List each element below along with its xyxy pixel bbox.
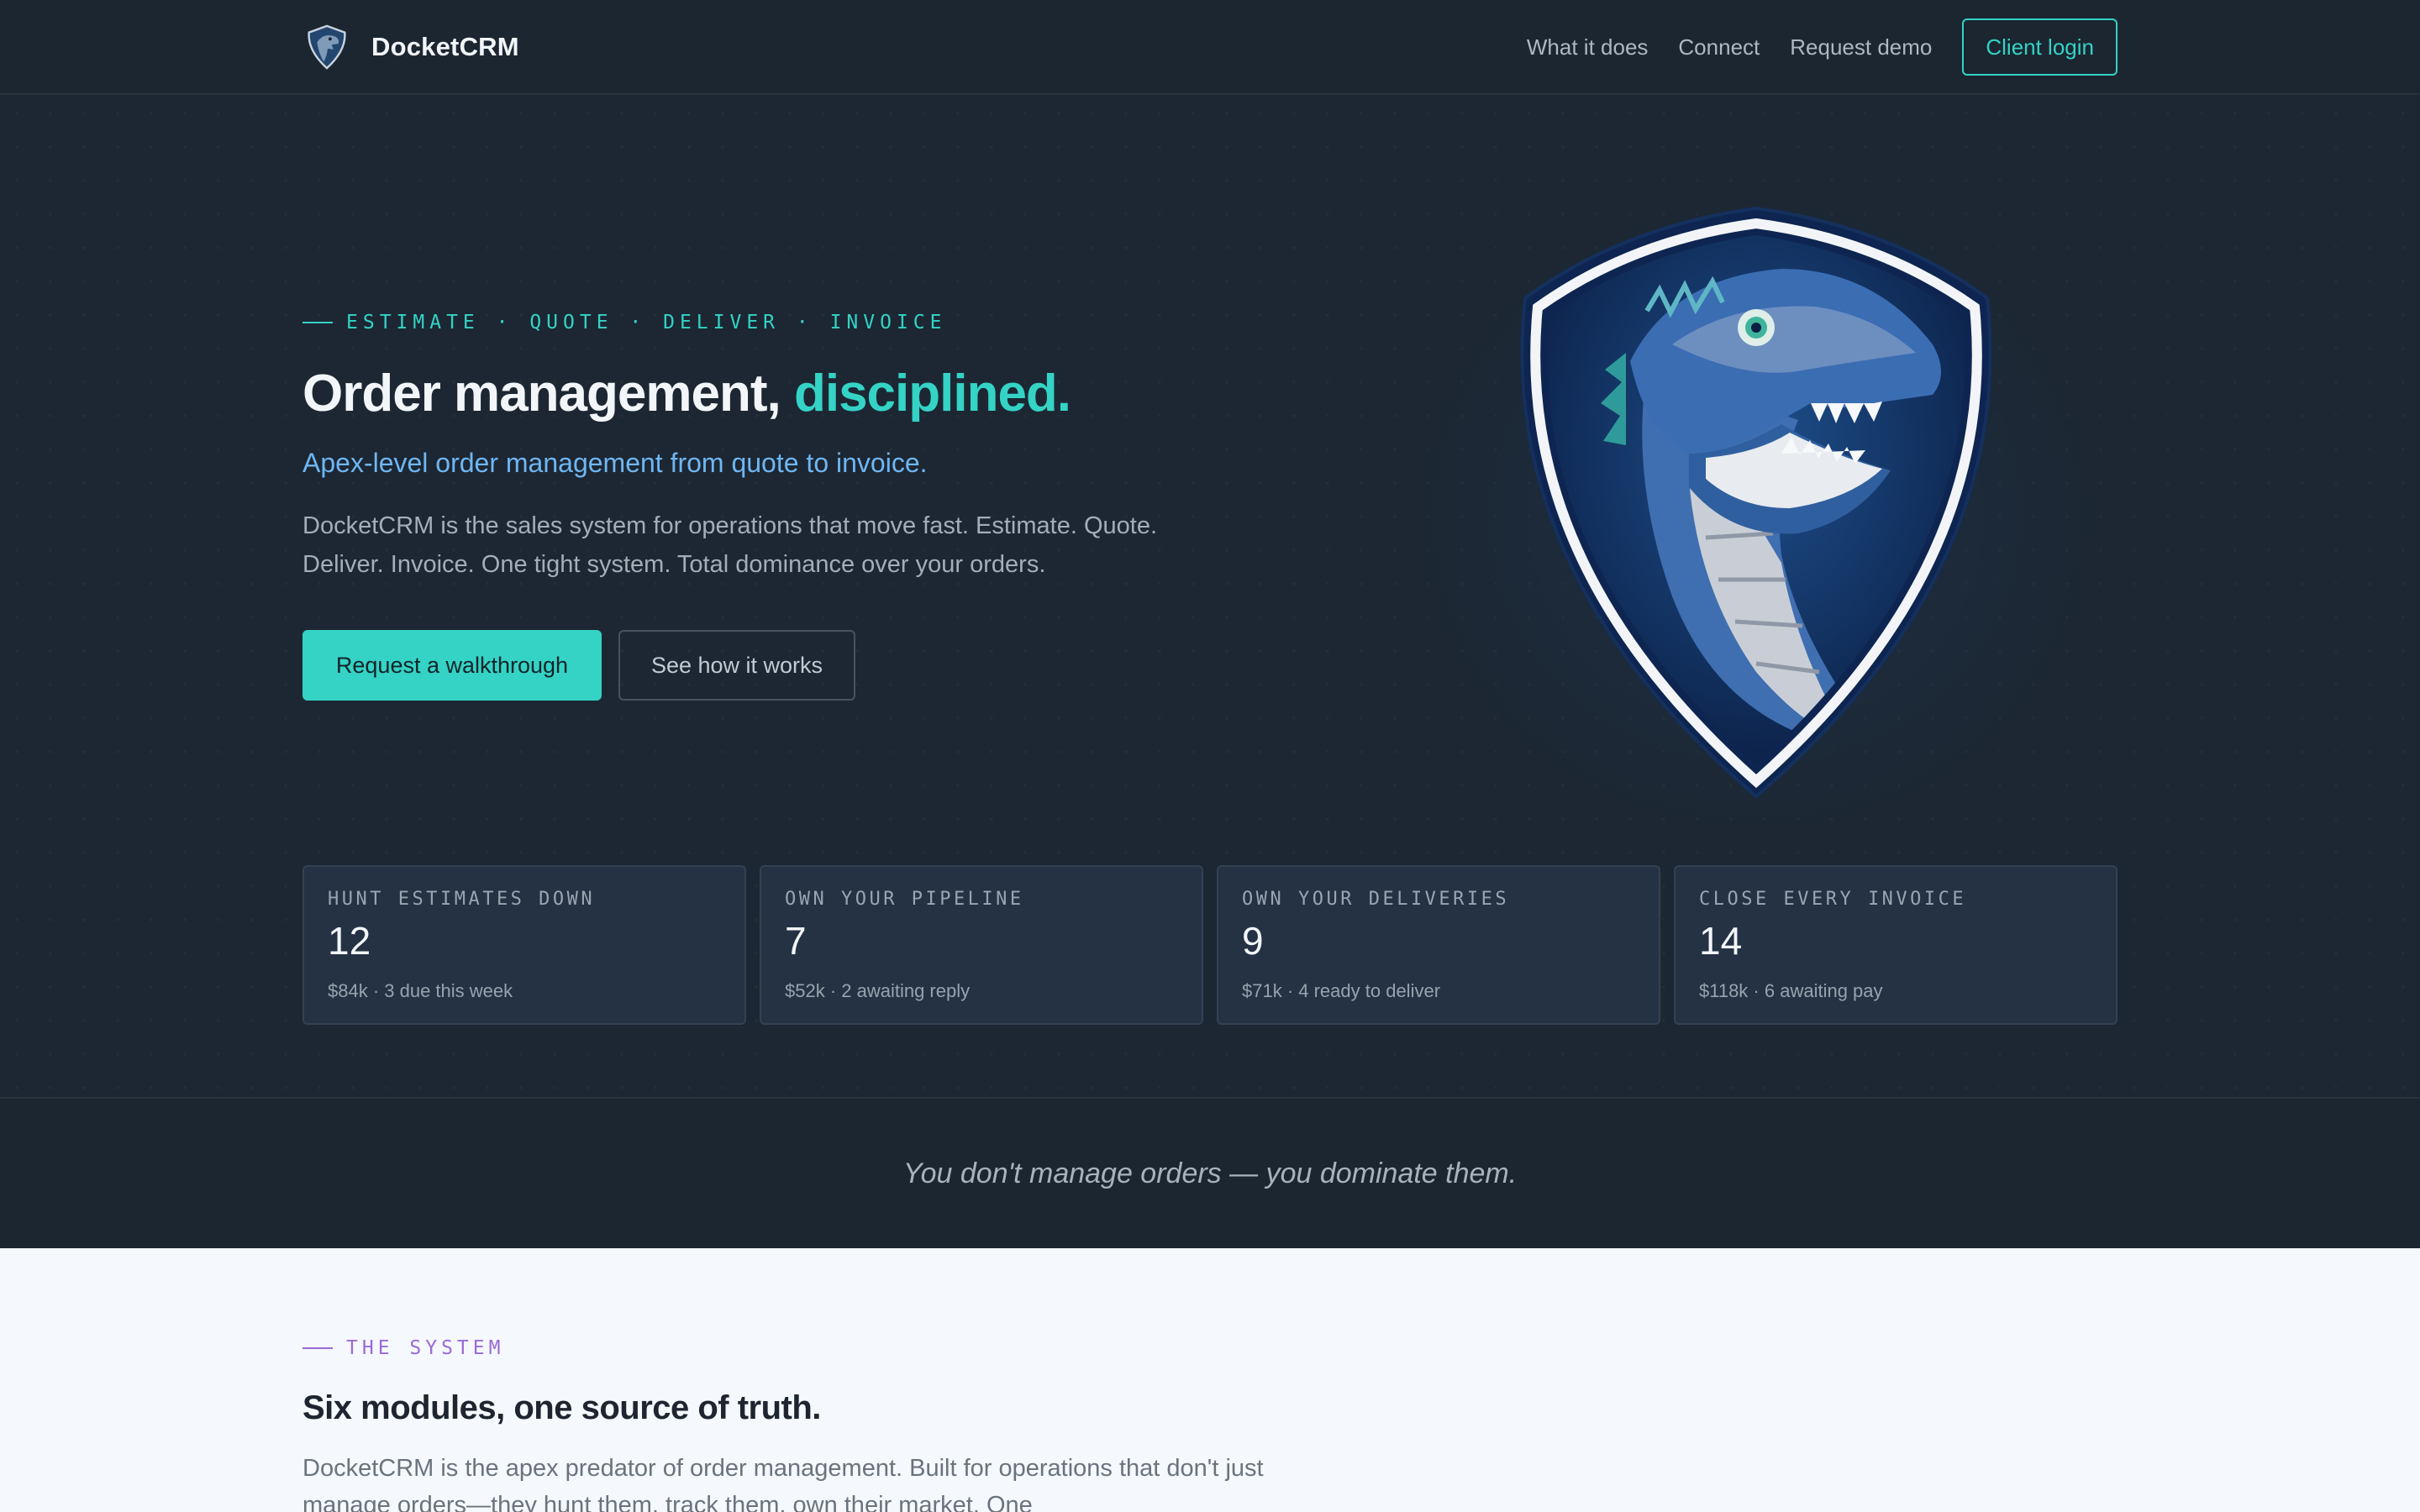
- hero-title-main: Order management,: [302, 365, 781, 423]
- hero-eyebrow-text: ESTIMATE · QUOTE · DELIVER · INVOICE: [346, 312, 947, 333]
- hero-section: ESTIMATE · QUOTE · DELIVER · INVOICE Ord…: [0, 97, 2420, 1096]
- stat-label: HUNT ESTIMATES DOWN: [328, 889, 596, 910]
- nav-links: What it does Connect Request demo Client…: [1527, 18, 2118, 76]
- stat-label: CLOSE EVERY INVOICE: [1699, 889, 1967, 910]
- nav-link-what-it-does[interactable]: What it does: [1527, 34, 1649, 60]
- dino-shield-mascot: [1520, 206, 1992, 799]
- stat-detail: $52k · 2 awaiting reply: [785, 980, 971, 1001]
- stat-card-invoices[interactable]: CLOSE EVERY INVOICE 14 $118k · 6 awaitin…: [1674, 865, 2118, 1025]
- hero-title: Order management, disciplined.: [302, 364, 1071, 423]
- top-nav: DocketCRM What it does Connect Request d…: [0, 0, 2420, 95]
- stat-value: 7: [785, 919, 807, 963]
- client-login-button[interactable]: Client login: [1962, 18, 2118, 76]
- stat-card-deliveries[interactable]: OWN YOUR DELIVERIES 9 $71k · 4 ready to …: [1217, 865, 1660, 1025]
- brand-name: DocketCRM: [371, 32, 519, 61]
- see-how-it-works-button[interactable]: See how it works: [618, 630, 855, 701]
- stat-label: OWN YOUR PIPELINE: [785, 889, 1024, 910]
- stat-value: 14: [1699, 919, 1743, 963]
- tagline-quote: You don't manage orders — you dominate t…: [902, 1157, 1518, 1189]
- stat-label: OWN YOUR DELIVERIES: [1242, 889, 1510, 910]
- stats-row: HUNT ESTIMATES DOWN 12 $84k · 3 due this…: [302, 865, 2118, 1025]
- system-eyebrow: THE SYSTEM: [302, 1337, 504, 1359]
- stat-card-pipeline[interactable]: OWN YOUR PIPELINE 7 $52k · 2 awaiting re…: [760, 865, 1203, 1025]
- stat-card-estimates[interactable]: HUNT ESTIMATES DOWN 12 $84k · 3 due this…: [302, 865, 746, 1025]
- hero-eyebrow: ESTIMATE · QUOTE · DELIVER · INVOICE: [302, 312, 947, 333]
- stat-value: 12: [328, 919, 371, 963]
- stat-detail: $71k · 4 ready to deliver: [1242, 980, 1441, 1001]
- stat-detail: $118k · 6 awaiting pay: [1699, 980, 1883, 1001]
- eyebrow-rule: [302, 1347, 333, 1349]
- nav-link-request-demo[interactable]: Request demo: [1790, 34, 1932, 60]
- eyebrow-rule: [302, 322, 333, 323]
- hero-subtitle: Apex-level order management from quote t…: [302, 448, 928, 478]
- hero-title-accent: disciplined.: [793, 365, 1071, 423]
- stat-value: 9: [1242, 919, 1264, 963]
- system-section: THE SYSTEM Six modules, one source of tr…: [0, 1248, 2420, 1512]
- system-eyebrow-text: THE SYSTEM: [346, 1337, 505, 1359]
- system-title: Six modules, one source of truth.: [302, 1389, 821, 1426]
- nav-link-connect[interactable]: Connect: [1678, 34, 1760, 60]
- stat-detail: $84k · 3 due this week: [328, 980, 513, 1001]
- hero-description: DocketCRM is the sales system for operat…: [302, 512, 1158, 578]
- system-description: DocketCRM is the apex predator of order …: [302, 1455, 1264, 1512]
- request-walkthrough-button[interactable]: Request a walkthrough: [302, 630, 602, 701]
- dino-shield-logo-icon: [308, 24, 346, 70]
- quote-band: You don't manage orders — you dominate t…: [0, 1097, 2420, 1248]
- brand[interactable]: DocketCRM: [302, 24, 519, 71]
